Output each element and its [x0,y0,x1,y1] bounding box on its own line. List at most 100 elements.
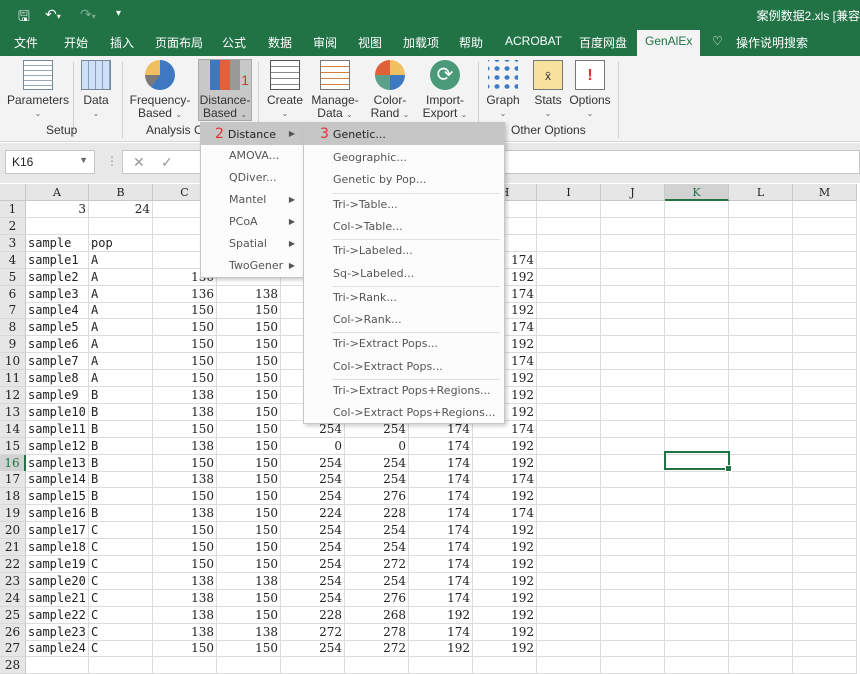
cell-b19[interactable]: B [89,505,153,523]
undo-icon[interactable]: ↶▾ [45,6,61,23]
cell-a8[interactable]: sample5 [26,319,89,337]
row-header-19[interactable]: 19 [0,505,26,523]
cell-j19[interactable] [601,505,665,523]
cell-h28[interactable] [473,657,537,674]
cell-a6[interactable]: sample3 [26,285,89,303]
submenu-item-genetic[interactable]: 3 Genetic... [304,123,504,145]
cell-b17[interactable]: B [89,471,153,489]
cell-h23[interactable]: 192 [473,572,537,590]
cell-h17[interactable]: 174 [473,471,537,489]
cell-e28[interactable] [281,657,345,674]
row-header-13[interactable]: 13 [0,403,26,421]
cell-i20[interactable] [537,522,601,540]
tab-home[interactable]: 开始 [64,34,88,51]
cell-d20[interactable]: 150 [217,522,281,540]
cell-k23[interactable] [665,572,729,590]
cell-j27[interactable] [601,640,665,658]
cell-b20[interactable]: C [89,522,153,540]
distance-based-button[interactable]: 1 Distance- Based ⌄ [198,59,252,121]
cell-m27[interactable] [793,640,857,658]
cell-b15[interactable]: B [89,437,153,455]
cell-g18[interactable]: 174 [409,488,473,506]
cell-m5[interactable] [793,268,857,286]
cell-a17[interactable]: sample14 [26,471,89,489]
cell-e25[interactable]: 228 [281,606,345,624]
row-header-3[interactable]: 3 [0,234,26,252]
select-all-corner[interactable] [0,184,26,201]
cell-j26[interactable] [601,623,665,641]
cell-j18[interactable] [601,488,665,506]
cell-h15[interactable]: 192 [473,437,537,455]
column-header-j[interactable]: J [601,184,665,201]
cell-i17[interactable] [537,471,601,489]
cell-b16[interactable]: B [89,454,153,472]
row-header-21[interactable]: 21 [0,539,26,556]
cell-a18[interactable]: sample15 [26,488,89,506]
graph-button[interactable]: Graph ⌄ [484,60,522,120]
cell-j17[interactable] [601,471,665,489]
cell-c19[interactable]: 138 [153,505,217,523]
cell-j7[interactable] [601,302,665,320]
cell-b2[interactable] [89,217,153,235]
row-header-2[interactable]: 2 [0,217,26,235]
data-button[interactable]: Data ⌄ [78,60,114,120]
cell-c18[interactable]: 150 [153,488,217,506]
cell-i22[interactable] [537,555,601,573]
cell-h26[interactable]: 192 [473,623,537,641]
cell-e21[interactable]: 254 [281,539,345,556]
cell-a21[interactable]: sample18 [26,539,89,556]
submenu-item-col-rank[interactable]: Col->Rank... [304,309,504,331]
column-header-i[interactable]: I [537,184,601,201]
cell-j11[interactable] [601,370,665,387]
cell-f20[interactable]: 254 [345,522,409,540]
cell-d8[interactable]: 150 [217,319,281,337]
cell-l15[interactable] [729,437,793,455]
cell-d13[interactable]: 150 [217,403,281,421]
cell-k22[interactable] [665,555,729,573]
cell-l22[interactable] [729,555,793,573]
cell-m10[interactable] [793,353,857,371]
cell-i18[interactable] [537,488,601,506]
cell-m12[interactable] [793,386,857,404]
cell-d21[interactable]: 150 [217,539,281,556]
cell-d17[interactable]: 150 [217,471,281,489]
cell-e16[interactable]: 254 [281,454,345,472]
cell-m17[interactable] [793,471,857,489]
cell-a25[interactable]: sample22 [26,606,89,624]
cell-l27[interactable] [729,640,793,658]
save-icon[interactable]: 🖫 [18,6,30,30]
cell-h27[interactable]: 192 [473,640,537,658]
cell-l2[interactable] [729,217,793,235]
cell-g21[interactable]: 174 [409,539,473,556]
cell-d25[interactable]: 150 [217,606,281,624]
cell-j13[interactable] [601,403,665,421]
cell-g28[interactable] [409,657,473,674]
cell-m16[interactable] [793,454,857,472]
cell-b1[interactable]: 24 [89,201,153,218]
cell-l28[interactable] [729,657,793,674]
column-header-a[interactable]: A [26,184,89,201]
cell-a9[interactable]: sample6 [26,336,89,354]
cell-j15[interactable] [601,437,665,455]
cell-l23[interactable] [729,572,793,590]
cell-k9[interactable] [665,336,729,354]
cell-i28[interactable] [537,657,601,674]
cell-k11[interactable] [665,370,729,387]
submenu-item-col-extract-pops[interactable]: Col->Extract Pops... [304,356,504,378]
cell-k7[interactable] [665,302,729,320]
row-header-11[interactable]: 11 [0,370,26,387]
cell-m22[interactable] [793,555,857,573]
cell-a7[interactable]: sample4 [26,302,89,320]
name-box[interactable]: K16 ▼ [5,150,95,174]
cell-k10[interactable] [665,353,729,371]
tab-help[interactable]: 帮助 [459,34,483,51]
menu-item-mantel[interactable]: Mantel ▶ [201,189,303,211]
menu-item-pcoa[interactable]: PCoA ▶ [201,211,303,233]
cell-i16[interactable] [537,454,601,472]
create-button[interactable]: Create ⌄ [264,60,306,120]
cell-k24[interactable] [665,589,729,607]
cell-k12[interactable] [665,386,729,404]
cell-j21[interactable] [601,539,665,556]
tab-view[interactable]: 视图 [358,34,382,51]
cell-k5[interactable] [665,268,729,286]
